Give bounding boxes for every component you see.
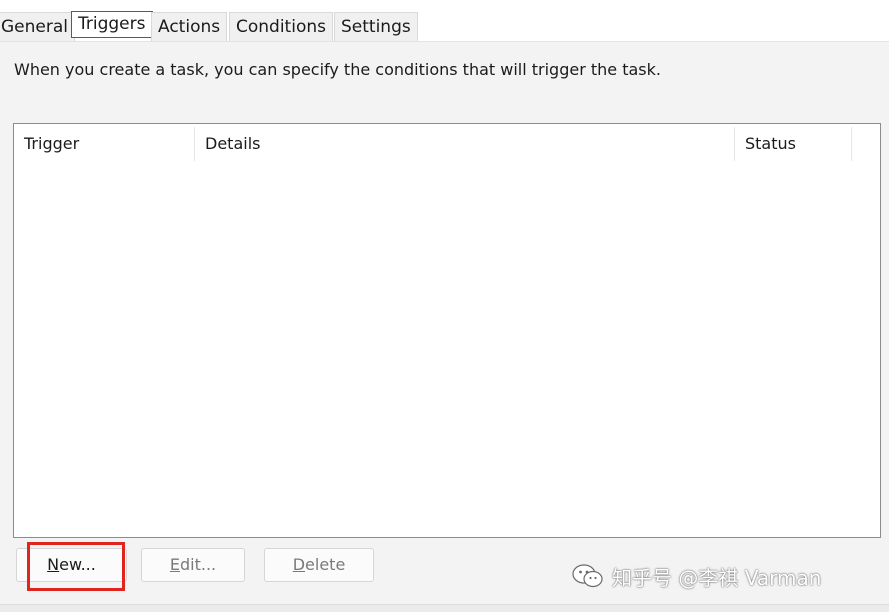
triggers-panel: When you create a task, you can specify … (0, 41, 889, 612)
delete-button-mnemonic: D (292, 555, 306, 574)
new-button-label: ew... (59, 555, 96, 574)
column-header-details[interactable]: Details (195, 127, 735, 161)
new-button-mnemonic: N (47, 555, 60, 574)
tab-settings[interactable]: Settings (334, 12, 418, 41)
delete-trigger-button[interactable]: Delete (264, 548, 374, 582)
dialog-bottom-edge (0, 604, 889, 612)
delete-button-label: elete (305, 555, 346, 574)
edit-trigger-button[interactable]: Edit... (141, 548, 245, 582)
edit-button-mnemonic: E (169, 555, 180, 574)
wechat-logo-icon (572, 564, 603, 588)
column-header-status[interactable]: Status (735, 127, 852, 161)
tab-general[interactable]: General (0, 12, 75, 41)
tab-actions[interactable]: Actions (151, 12, 228, 41)
column-header-trigger[interactable]: Trigger (14, 127, 195, 161)
watermark-text: 知乎号 @李祺 Varman (612, 565, 822, 590)
tab-strip: General Triggers Actions Conditions Sett… (0, 0, 889, 41)
tab-triggers[interactable]: Triggers (71, 11, 153, 38)
new-trigger-button[interactable]: New... (16, 548, 127, 582)
triggers-list[interactable]: Trigger Details Status (13, 123, 881, 538)
triggers-description: When you create a task, you can specify … (14, 60, 661, 79)
edit-button-label: dit... (179, 555, 217, 574)
watermark: 知乎号 @李祺 Varman (572, 562, 821, 590)
tab-conditions[interactable]: Conditions (229, 12, 333, 41)
